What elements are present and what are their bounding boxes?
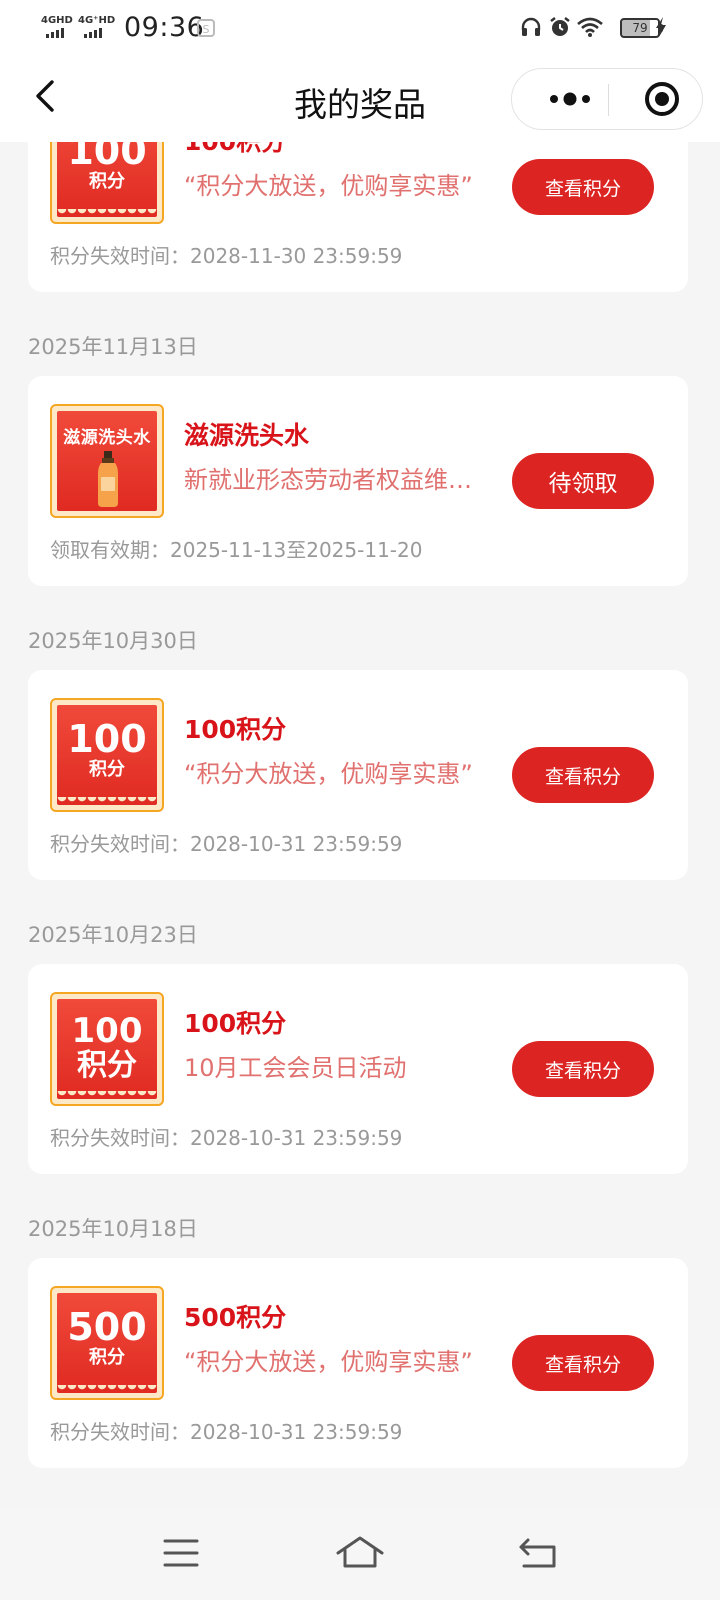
shampoo-image: 滋源洗头水 — [57, 411, 157, 511]
prize-description: 新就业形态劳动者权益维护宣传活动 — [184, 466, 490, 494]
badge-number: 500 — [67, 1305, 147, 1349]
title-bar: 我的奖品 — [0, 56, 720, 142]
badge-scallop — [57, 1091, 157, 1099]
menu-icon[interactable] — [151, 1528, 211, 1578]
headphones-icon — [521, 17, 541, 36]
more-icon[interactable] — [532, 69, 608, 129]
date-header: 2025年10月23日 — [28, 923, 198, 947]
prize-description: 10月工会会员日活动 — [184, 1054, 407, 1082]
prize-name: 滋源洗头水 — [184, 421, 310, 450]
expire-text: 领取有效期：2025-11-13至2025-11-20 — [50, 538, 423, 562]
badge-scallop — [57, 797, 157, 805]
view-points-button[interactable]: 查看积分 — [512, 159, 654, 215]
prize-name: 500积分 — [184, 1303, 287, 1332]
claim-button[interactable]: 待领取 — [512, 453, 654, 509]
charging-icon — [656, 17, 666, 37]
prize-description: “积分大放送，优购享实惠” — [184, 172, 473, 200]
shampoo-image-title: 滋源洗头水 — [63, 428, 151, 448]
status-bar: 4GHD 4G⁺HD 09:36 S 79 — [0, 0, 720, 56]
badge-scallop — [57, 209, 157, 217]
badge-unit: 积分 — [89, 1347, 125, 1368]
screenshot-icon: S — [197, 19, 215, 37]
expire-text: 积分失效时间：2028-10-31 23:59:59 — [50, 832, 403, 856]
wifi-icon — [577, 17, 603, 37]
signal-label-2: 4G⁺HD — [78, 15, 116, 26]
points-badge: 500 积分 — [57, 1293, 157, 1393]
badge-unit: 积分 — [89, 759, 125, 780]
prize-card: 滋源洗头水 滋源洗头水 新就业形态劳动者权益维护宣传活动 待领取 领取有效期：2… — [28, 376, 688, 586]
date-header: 2025年11月13日 — [28, 335, 198, 359]
signal-label-1: 4GHD — [41, 15, 73, 26]
expire-text: 积分失效时间：2028-10-31 23:59:59 — [50, 1420, 403, 1444]
prize-name: 100积分 — [184, 1009, 287, 1038]
clock: 09:36 — [124, 12, 205, 43]
capsule-divider — [608, 84, 609, 116]
home-icon[interactable] — [330, 1528, 390, 1578]
view-points-button[interactable]: 查看积分 — [512, 747, 654, 803]
prize-thumbnail: 100 积分 — [50, 992, 164, 1106]
prize-card: 500 积分 500积分 “积分大放送，优购享实惠” 查看积分 积分失效时间：2… — [28, 1258, 688, 1468]
prize-thumbnail: 滋源洗头水 — [50, 404, 164, 518]
points-badge: 100 积分 — [57, 705, 157, 805]
back-nav-icon[interactable] — [508, 1528, 568, 1578]
prize-description: “积分大放送，优购享实惠” — [184, 760, 473, 788]
target-icon[interactable] — [624, 69, 700, 129]
view-points-button[interactable]: 查看积分 — [512, 1335, 654, 1391]
badge-number: 100 — [67, 717, 147, 761]
signal-bars-1-icon — [46, 28, 64, 38]
bottle-icon — [98, 451, 118, 507]
signal-bars-2-icon — [84, 28, 102, 38]
prize-name: 100积分 — [184, 715, 287, 744]
view-points-button[interactable]: 查看积分 — [512, 1041, 654, 1097]
expire-text: 积分失效时间：2028-10-31 23:59:59 — [50, 1126, 403, 1150]
svg-text:S: S — [203, 23, 210, 36]
expire-text: 积分失效时间：2028-11-30 23:59:59 — [50, 244, 403, 268]
alarm-icon — [550, 17, 570, 36]
prize-thumbnail: 100 积分 — [50, 698, 164, 812]
date-header: 2025年10月18日 — [28, 1217, 198, 1241]
date-header: 2025年10月30日 — [28, 629, 198, 653]
mini-program-capsule — [511, 68, 703, 130]
prize-description: “积分大放送，优购享实惠” — [184, 1348, 473, 1376]
badge-scallop — [57, 1385, 157, 1393]
prize-thumbnail: 500 积分 — [50, 1286, 164, 1400]
prize-card: 100 积分 100积分 10月工会会员日活动 查看积分 积分失效时间：2028… — [28, 964, 688, 1174]
badge-unit: 积分 — [77, 1048, 137, 1083]
prize-card: 100 积分 100积分 “积分大放送，优购享实惠” 查看积分 积分失效时间：2… — [28, 670, 688, 880]
points-badge: 100 积分 — [57, 999, 157, 1099]
system-nav-bar — [0, 1508, 720, 1600]
badge-number: 100 — [71, 1011, 143, 1051]
badge-unit: 积分 — [89, 171, 125, 192]
